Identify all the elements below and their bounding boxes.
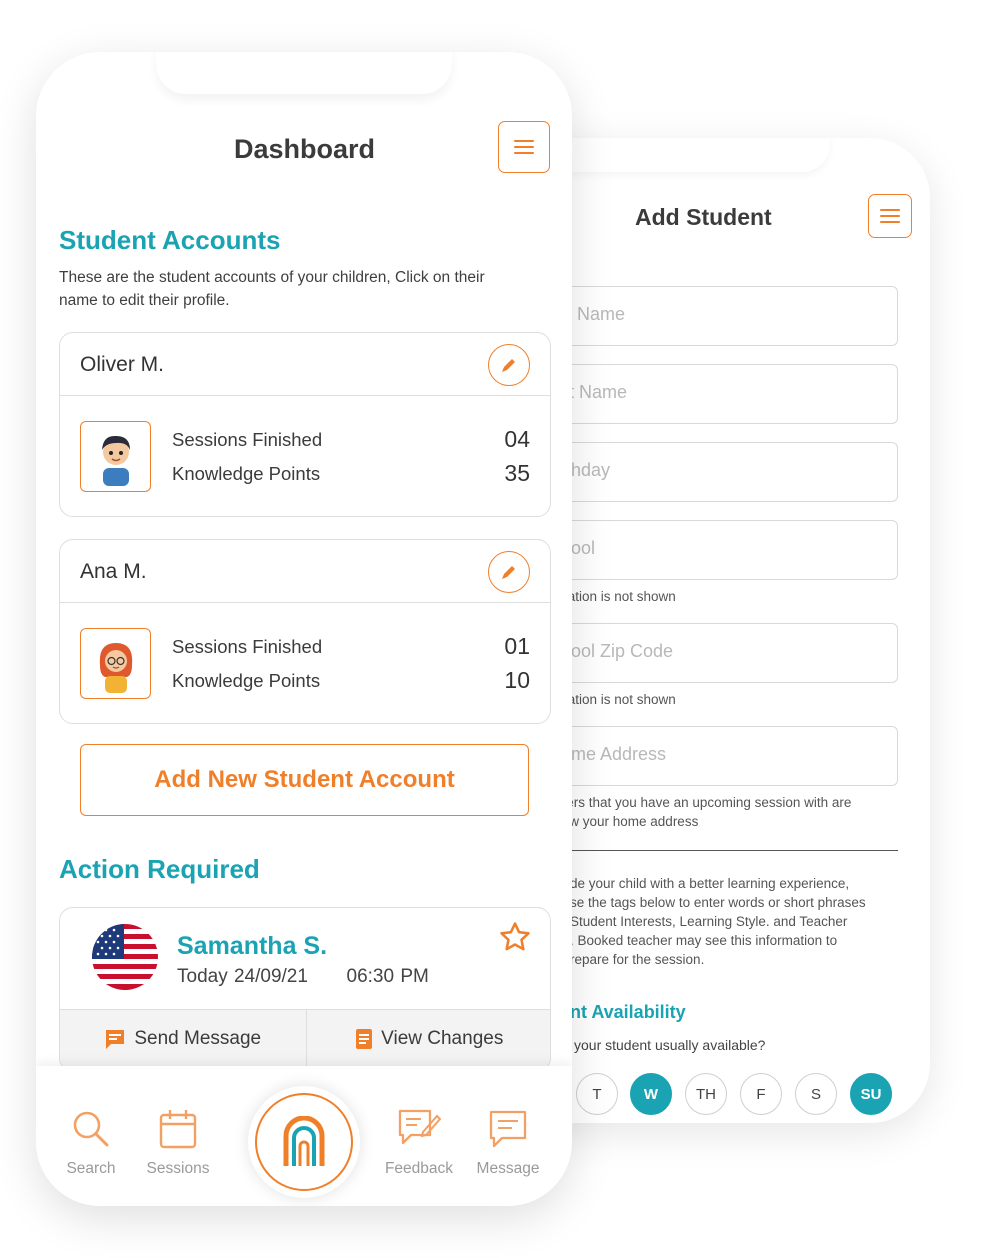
avatar — [80, 421, 151, 492]
phone-notch — [156, 52, 452, 94]
action-required-heading: Action Required — [59, 854, 260, 884]
tab-label: Message — [476, 1160, 540, 1177]
edit-button[interactable] — [488, 344, 530, 386]
section-divider — [536, 850, 898, 851]
field-placeholder: ool Zip Code — [571, 641, 674, 661]
address-hint: chers that you have an upcoming session … — [552, 793, 851, 831]
day-sunday[interactable]: SU — [850, 1073, 892, 1115]
sessions-finished-value: 01 — [504, 633, 530, 659]
knowledge-points-value: 10 — [504, 667, 530, 693]
day-thursday[interactable]: TH — [685, 1073, 727, 1115]
tab-label: Search — [66, 1160, 116, 1177]
availability-subtitle: your student usually available? — [574, 1037, 766, 1053]
student-name[interactable]: Oliver M. — [80, 353, 164, 377]
knowledge-points-label: Knowledge Points — [172, 670, 321, 691]
tab-label: Sessions — [146, 1160, 210, 1177]
pencil-icon — [502, 359, 515, 372]
student-card-header: Ana M. — [60, 540, 550, 603]
student-card-header: Oliver M. — [60, 333, 550, 396]
knowledge-points-label: Knowledge Points — [172, 463, 321, 484]
tab-sessions[interactable]: Sessions — [138, 1104, 218, 1178]
menu-button[interactable] — [868, 194, 912, 238]
student-accounts-heading: Student Accounts — [59, 225, 281, 255]
menu-button[interactable] — [498, 121, 550, 173]
action-bar: Send Message View Changes — [60, 1009, 551, 1071]
field-placeholder: Name — [577, 304, 626, 324]
view-changes-button[interactable]: View Changes — [305, 1010, 551, 1071]
field-placeholder: ool — [571, 538, 596, 558]
tutor-name[interactable]: Samantha S. — [177, 932, 327, 961]
first-name-field[interactable]: Name — [536, 286, 898, 346]
school-zip-field[interactable]: ool Zip Code — [536, 623, 898, 683]
session-time: 06:30 PM — [346, 966, 429, 987]
phone-notch — [540, 138, 830, 172]
last-name-field[interactable]: t Name — [536, 364, 898, 424]
home-address-field[interactable]: me Address — [536, 726, 898, 786]
star-icon — [500, 922, 530, 951]
field-placeholder: t Name — [569, 382, 628, 402]
feedback-icon — [398, 1109, 441, 1145]
bottom-tab-bar: Search Sessions Feedback Message — [36, 1066, 572, 1206]
tab-search[interactable]: Search — [51, 1104, 131, 1178]
hint-line: Student Interests, Learning Style. and T… — [570, 914, 848, 929]
tab-message[interactable]: Message — [468, 1104, 548, 1178]
sessions-finished-label: Sessions Finished — [172, 429, 323, 450]
document-icon — [356, 1028, 373, 1049]
action-card[interactable]: Samantha S. Today 24/09/21 06:30 PM Send… — [59, 907, 551, 1072]
app-logo-icon — [283, 1116, 325, 1166]
hint-line: repare for the session. — [570, 952, 705, 967]
session-datetime: Today 24/09/21 06:30 PM — [177, 966, 429, 988]
favorite-button[interactable] — [498, 920, 532, 959]
us-flag-icon — [92, 924, 158, 990]
hint-line: view your home address — [552, 814, 699, 829]
day-saturday[interactable]: S — [795, 1073, 837, 1115]
mockup-stage: Add Student Name t Name hday ool rmation… — [0, 0, 998, 1258]
send-message-label: Send Message — [134, 1027, 262, 1049]
pencil-icon — [502, 566, 515, 579]
field-placeholder: me Address — [571, 744, 667, 764]
hint-line: . Booked teacher may see this informatio… — [570, 933, 838, 948]
tab-label: Feedback — [384, 1160, 454, 1177]
sessions-finished-label: Sessions Finished — [172, 636, 323, 657]
dashboard-screen: Dashboard Student Accounts These are the… — [36, 52, 572, 1206]
student-accounts-description: These are the student accounts of your c… — [59, 269, 485, 309]
home-button[interactable] — [248, 1086, 360, 1198]
page-title: Add Student — [635, 204, 772, 230]
search-icon — [73, 1111, 109, 1147]
hint-line: de your child with a better learning exp… — [570, 876, 850, 891]
student-card[interactable]: Ana M. Sessions Finished 01 Knowledge Po… — [59, 539, 551, 724]
day-friday[interactable]: F — [740, 1073, 782, 1115]
hamburger-icon — [514, 140, 534, 155]
avatar — [80, 628, 151, 699]
field-placeholder: hday — [571, 460, 611, 480]
boy-avatar-icon — [101, 435, 130, 486]
session-date: Today 24/09/21 — [177, 966, 308, 987]
message-icon — [489, 1110, 527, 1148]
birthday-field[interactable]: hday — [536, 442, 898, 502]
message-icon — [106, 1029, 125, 1049]
student-card[interactable]: Oliver M. Sessions Finished 04 Knowledge… — [59, 332, 551, 517]
girl-avatar-icon — [99, 642, 132, 693]
availability-title: nt Availability — [570, 1002, 686, 1022]
calendar-icon — [159, 1110, 197, 1149]
page-title: Dashboard — [234, 134, 376, 164]
knowledge-points-value: 35 — [504, 460, 530, 486]
edit-button[interactable] — [488, 551, 530, 593]
hint-line: se the tags below to enter words or shor… — [570, 895, 866, 910]
day-wednesday[interactable]: W — [630, 1073, 672, 1115]
tab-feedback[interactable]: Feedback — [379, 1104, 459, 1178]
sessions-finished-value: 04 — [504, 426, 530, 452]
send-message-button[interactable]: Send Message — [60, 1010, 306, 1071]
tags-description: de your child with a better learning exp… — [570, 874, 866, 969]
add-student-account-button[interactable]: Add New Student Account — [80, 744, 529, 816]
view-changes-label: View Changes — [381, 1027, 504, 1049]
school-field[interactable]: ool — [536, 520, 898, 580]
hamburger-icon — [880, 209, 900, 224]
day-tuesday[interactable]: T — [576, 1073, 618, 1115]
student-name[interactable]: Ana M. — [80, 560, 147, 584]
hint-line: chers that you have an upcoming session … — [552, 795, 852, 810]
